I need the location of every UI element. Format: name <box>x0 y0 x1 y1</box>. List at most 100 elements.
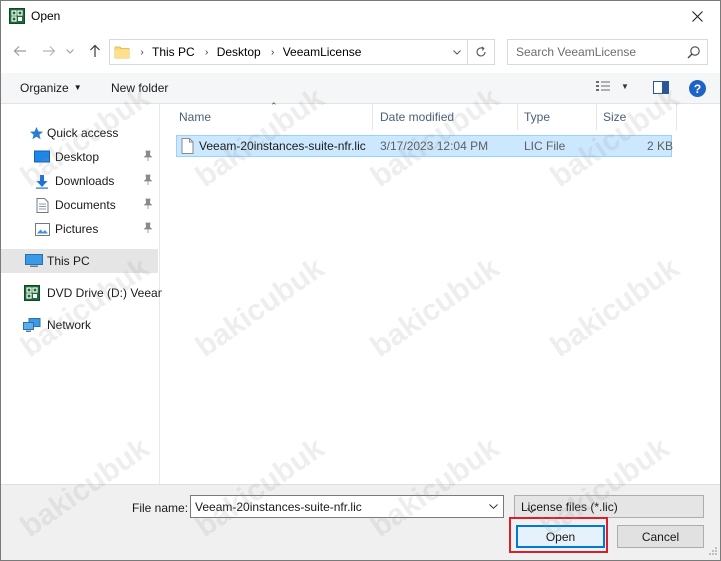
change-view-button[interactable]: ▼ <box>595 79 629 93</box>
arrow-left-icon <box>13 46 26 56</box>
question-mark-icon: ? <box>693 81 702 96</box>
back-button[interactable] <box>10 41 30 61</box>
chevron-right-icon: › <box>205 46 209 58</box>
search-box[interactable] <box>507 39 708 65</box>
sidebar-item-network[interactable]: Network <box>1 313 158 337</box>
column-divider[interactable] <box>517 104 518 130</box>
file-size: 2 KB <box>647 139 674 153</box>
sidebar-item-label: Network <box>47 318 92 332</box>
address-bar[interactable]: › This PC › Desktop › VeeamLicense <box>109 39 495 65</box>
file-name: Veeam-20instances-suite-nfr.lic <box>199 139 366 153</box>
file-name-combobox[interactable] <box>190 495 504 518</box>
open-button[interactable]: Open <box>516 525 605 548</box>
sort-ascending-icon: ⌃ <box>270 101 278 111</box>
veeam-app-icon <box>9 8 25 24</box>
breadcrumb-veeamlicense[interactable]: VeeamLicense <box>281 45 366 59</box>
address-history-dropdown[interactable] <box>448 40 466 64</box>
folder-icon <box>114 44 130 63</box>
sidebar-item-documents[interactable]: Documents <box>1 193 158 217</box>
chevron-down-icon <box>526 508 536 513</box>
column-header-type[interactable]: Type <box>524 104 550 130</box>
refresh-icon <box>476 46 486 57</box>
chevron-right-icon: › <box>271 46 275 58</box>
help-button[interactable]: ? <box>689 80 706 97</box>
sidebar-item-label: Documents <box>55 198 116 212</box>
open-file-dialog: Open › This PC › Desktop › VeeamLicense … <box>0 0 721 561</box>
title-bar[interactable]: Open <box>1 1 720 32</box>
document-icon <box>33 196 51 214</box>
network-icon <box>23 316 41 334</box>
chevron-down-icon <box>66 48 74 54</box>
window-title: Open <box>31 9 61 23</box>
new-folder-button[interactable]: New folder <box>111 81 168 95</box>
file-date-modified: 3/17/2023 12:04 PM <box>380 139 489 153</box>
organize-button[interactable]: Organize ▼ <box>20 81 82 95</box>
arrow-up-icon <box>90 44 100 57</box>
column-header-name[interactable]: Name <box>179 104 211 130</box>
view-details-icon <box>596 81 610 91</box>
organize-label: Organize <box>20 81 69 95</box>
sidebar-item-label: Pictures <box>55 222 99 236</box>
caret-down-icon: ▼ <box>73 83 82 92</box>
file-name-dropdown[interactable] <box>483 496 503 517</box>
dialog-footer: File name: License files (*.lic) Open Ca… <box>1 484 720 560</box>
disc-drive-icon <box>23 284 41 302</box>
command-bar: Organize ▼ New folder ▼ ? <box>1 73 720 104</box>
resize-grip[interactable] <box>708 545 718 559</box>
sidebar-item-quick-access[interactable]: Quick access <box>1 121 158 145</box>
sidebar-item-desktop[interactable]: Desktop <box>1 145 158 169</box>
navigation-pane: Quick access Desktop Downloads Documents <box>1 104 168 484</box>
file-type: LIC File <box>524 139 566 153</box>
file-icon <box>181 138 194 157</box>
desktop-folder-icon <box>33 148 51 166</box>
column-header-size[interactable]: Size <box>603 104 626 130</box>
pin-icon <box>143 174 153 189</box>
preview-pane-button[interactable] <box>653 81 669 97</box>
sidebar-item-label: Quick access <box>47 126 119 140</box>
caret-down-icon: ▼ <box>621 81 629 91</box>
sidebar-item-dvd-drive[interactable]: DVD Drive (D:) Veeam <box>1 281 168 305</box>
column-divider[interactable] <box>676 104 677 130</box>
computer-icon <box>25 252 43 270</box>
sidebar-item-downloads[interactable]: Downloads <box>1 169 158 193</box>
refresh-button[interactable] <box>467 40 494 64</box>
recent-locations-button[interactable] <box>63 41 77 61</box>
breadcrumb-desktop[interactable]: Desktop <box>215 45 265 59</box>
breadcrumb-this-pc[interactable]: This PC <box>150 45 199 59</box>
preview-pane-icon <box>653 81 669 94</box>
chevron-down-icon <box>453 49 461 55</box>
close-icon <box>691 11 703 22</box>
cancel-button[interactable]: Cancel <box>617 525 704 548</box>
arrow-right-icon <box>43 46 56 56</box>
breadcrumb: › This PC › Desktop › VeeamLicense <box>134 40 365 64</box>
forward-button[interactable] <box>39 41 59 61</box>
sidebar-item-pictures[interactable]: Pictures <box>1 217 158 241</box>
download-arrow-icon <box>33 172 51 190</box>
pin-icon <box>143 222 153 237</box>
column-divider[interactable] <box>372 104 373 130</box>
sidebar-item-label: Downloads <box>55 174 115 188</box>
search-input[interactable] <box>508 40 686 64</box>
chevron-down-icon <box>488 504 498 509</box>
pin-icon <box>143 150 153 165</box>
sidebar-item-label: Desktop <box>55 150 100 164</box>
file-name-input[interactable] <box>191 496 485 517</box>
table-row[interactable]: Veeam-20instances-suite-nfr.lic 3/17/202… <box>176 135 674 157</box>
chevron-right-icon: › <box>140 46 144 58</box>
file-type-select[interactable]: License files (*.lic) <box>514 495 704 518</box>
sidebar-item-label: DVD Drive (D:) Veeam <box>47 286 168 300</box>
sidebar-item-label: This PC <box>47 254 90 268</box>
up-button[interactable] <box>85 41 105 61</box>
column-header-date-modified[interactable]: Date modified <box>380 104 454 130</box>
column-divider[interactable] <box>596 104 597 130</box>
resize-grip-icon <box>709 547 717 555</box>
navigation-bar: › This PC › Desktop › VeeamLicense <box>1 35 720 69</box>
pin-icon <box>143 198 153 213</box>
close-button[interactable] <box>674 1 720 32</box>
file-list: ⌃ Name Date modified Type Size Veeam-20i… <box>162 101 720 484</box>
star-icon <box>27 124 45 142</box>
sidebar-item-this-pc[interactable]: This PC <box>1 249 158 273</box>
picture-icon <box>33 220 51 238</box>
search-icon[interactable] <box>687 45 701 62</box>
file-name-label: File name: <box>132 501 189 515</box>
